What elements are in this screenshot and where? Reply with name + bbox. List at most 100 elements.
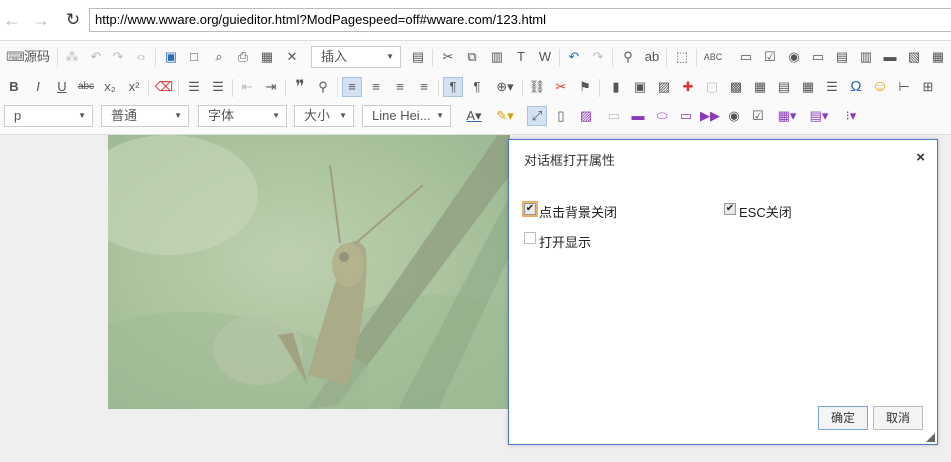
align-right-icon[interactable]: ≡ (390, 77, 410, 97)
table-icon[interactable]: ▦ (798, 77, 818, 97)
bold-icon[interactable]: B (4, 77, 24, 97)
subscript-icon[interactable]: x₂ (100, 77, 120, 97)
click-background-close-checkbox[interactable]: ✔ (522, 201, 538, 217)
show-blocks-icon[interactable]: ▯ (551, 106, 571, 126)
new-page-icon[interactable]: □ (184, 47, 204, 67)
eye-icon[interactable]: ◉ (724, 106, 744, 126)
font-dropdown[interactable]: 字体 ▼ (198, 105, 287, 127)
paste-text-icon[interactable]: T (511, 47, 531, 67)
click-background-close-label[interactable]: 点击背景关闭 (539, 202, 617, 221)
chart-icon[interactable]: ▮ (606, 77, 626, 97)
select-field-icon[interactable]: ▥ (856, 47, 876, 67)
media-icon[interactable]: ▩ (726, 77, 746, 97)
save-icon[interactable]: ▣ (161, 47, 181, 67)
background-color-icon[interactable]: ✎▾ (492, 106, 518, 126)
table-dropdown-icon[interactable]: ▤▾ (806, 106, 832, 126)
source-button[interactable]: ⌨ 源码 (6, 47, 50, 67)
smiley-icon[interactable]: ☺ (870, 77, 890, 97)
checklist-icon[interactable]: ☑ (748, 106, 768, 126)
binoculars-icon[interactable]: ⚲ (313, 77, 333, 97)
find-icon[interactable]: ⚲ (618, 47, 638, 67)
open-display-checkbox[interactable] (524, 232, 536, 244)
align-center-icon[interactable]: ≡ (366, 77, 386, 97)
indent-icon[interactable]: ⇥ (261, 77, 281, 97)
preview-icon[interactable]: ⌕ (209, 47, 229, 67)
unlink-icon[interactable]: ✂ (551, 77, 571, 97)
input-icon[interactable]: ▭ (676, 106, 696, 126)
div-container-icon[interactable]: ⊞ (918, 77, 938, 97)
size-dropdown[interactable]: 大小 ▼ (294, 105, 354, 127)
template-grid-icon[interactable]: ▦ (750, 77, 770, 97)
forward-arrow-icon[interactable]: → (30, 9, 52, 31)
undo-icon[interactable]: ↶ (564, 47, 584, 67)
special-char-icon[interactable]: Ω (846, 77, 866, 97)
form-icon[interactable]: ▭ (736, 47, 756, 67)
rtl-icon[interactable]: ¶ (467, 77, 487, 97)
ltr-icon[interactable]: ¶ (443, 77, 463, 97)
iframe-icon[interactable]: ▢ (702, 77, 722, 97)
radio-icon[interactable]: ◉ (784, 47, 804, 67)
line-height-dropdown[interactable]: Line Hei... ▼ (362, 105, 451, 127)
cut-icon[interactable]: ✂ (438, 47, 458, 67)
italic-icon[interactable]: I (28, 77, 48, 97)
remove-format-icon[interactable]: ⌫ (154, 77, 174, 97)
open-display-label[interactable]: 打开显示 (539, 232, 591, 251)
blockquote-icon[interactable]: ❞ (290, 77, 310, 97)
resize-grip-icon[interactable] (926, 433, 935, 442)
copy-icon[interactable]: ⧉ (462, 47, 482, 67)
superscript-icon[interactable]: x² (124, 77, 144, 97)
forward-icon[interactable]: ▶▶ (700, 106, 720, 126)
frame-icon[interactable]: ▭ (604, 106, 624, 126)
insert-dropdown[interactable]: 插入 ▼ (311, 46, 401, 68)
close-x-icon[interactable]: ✕ (282, 47, 302, 67)
outdent-icon[interactable]: ⇤ (237, 77, 257, 97)
style-dropdown[interactable]: 普通 ▼ (101, 105, 189, 127)
cancel-button[interactable]: 取消 (873, 406, 923, 430)
list-dropdown-icon[interactable]: ⁝▾ (838, 106, 864, 126)
code-icon[interactable]: ‹› (131, 47, 151, 67)
grid-dropdown-icon[interactable]: ▦▾ (774, 106, 800, 126)
template-icon[interactable]: ▤ (408, 47, 428, 67)
numbered-list-icon[interactable]: ☰ (184, 77, 204, 97)
checkbox-icon[interactable]: ☑ (760, 47, 780, 67)
print-icon[interactable]: ⎙ (233, 47, 253, 67)
redo-gray-icon[interactable]: ↷ (108, 47, 128, 67)
textfield-icon[interactable]: ▭ (808, 47, 828, 67)
textarea-icon[interactable]: ▤ (832, 47, 852, 67)
select-all-icon[interactable]: ⁂ (62, 47, 82, 67)
lock-icon[interactable]: ▦ (257, 47, 277, 67)
widget-icon[interactable]: ▨ (576, 106, 596, 126)
esc-close-checkbox[interactable]: ✔ (724, 203, 736, 215)
undo-gray-icon[interactable]: ↶ (86, 47, 106, 67)
hidden-field-icon[interactable]: ▦ (928, 47, 948, 67)
replace-icon[interactable]: ab (642, 47, 662, 67)
ok-button-icon[interactable]: ▬ (628, 106, 648, 126)
document-icon[interactable]: ▤ (774, 77, 794, 97)
horizontal-rule-icon[interactable]: ☰ (822, 77, 842, 97)
underline-icon[interactable]: U (52, 77, 72, 97)
image-icon[interactable]: ▨ (654, 77, 674, 97)
maximize-icon[interactable]: ⤢ (527, 106, 547, 126)
paste-word-icon[interactable]: W (535, 47, 555, 67)
reload-icon[interactable]: ↻ (62, 9, 84, 31)
button-field-icon[interactable]: ▬ (880, 47, 900, 67)
align-justify-icon[interactable]: ≡ (414, 77, 434, 97)
strikethrough-icon[interactable]: abc (76, 77, 96, 97)
text-color-icon[interactable]: A▾ (461, 106, 487, 126)
select-area-icon[interactable]: ⬚ (672, 47, 692, 67)
url-input[interactable]: http://www.wware.org/guieditor.html?ModP… (89, 8, 951, 32)
esc-close-label[interactable]: ESC关闭 (739, 202, 792, 221)
align-left-icon[interactable]: ≡ (342, 77, 362, 97)
pill-icon[interactable]: ⬭ (652, 106, 672, 126)
link-icon[interactable]: ⛓ (527, 77, 547, 97)
redo-icon[interactable]: ↷ (588, 47, 608, 67)
paste-icon[interactable]: ▥ (487, 47, 507, 67)
back-arrow-icon[interactable]: ← (1, 9, 23, 31)
image-button-icon[interactable]: ▧ (904, 47, 924, 67)
close-icon[interactable]: × (916, 149, 925, 166)
page-break-icon[interactable]: ⊢ (894, 77, 914, 97)
bulleted-list-icon[interactable]: ☰ (208, 77, 228, 97)
anchor-flag-icon[interactable]: ⚑ (575, 77, 595, 97)
paragraph-format-dropdown[interactable]: p ▼ (4, 105, 93, 127)
language-icon[interactable]: ⊕▾ (491, 77, 519, 97)
